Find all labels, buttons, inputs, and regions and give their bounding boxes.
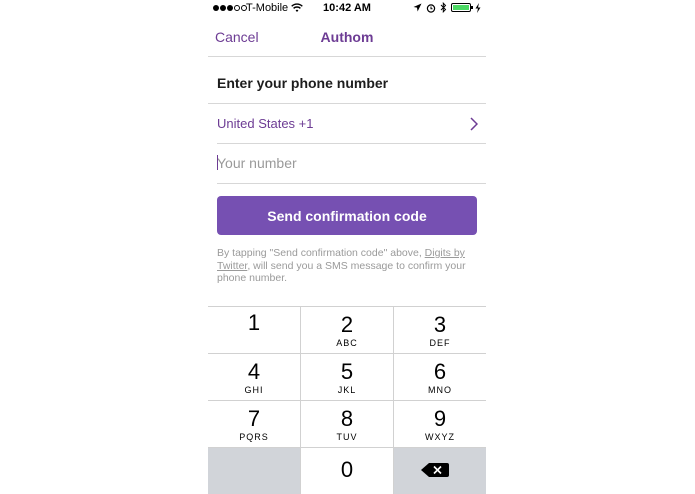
navigation-bar: Cancel Authom: [208, 18, 486, 57]
disclaimer-prefix: By tapping "Send confirmation code" abov…: [217, 247, 425, 259]
send-confirmation-button[interactable]: Send confirmation code: [217, 196, 477, 235]
alarm-icon: [426, 3, 436, 13]
keypad-divider: [208, 353, 486, 354]
charging-bolt-icon: [475, 2, 481, 13]
divider: [217, 183, 486, 184]
text-cursor: [217, 155, 218, 170]
phone-number-input[interactable]: [217, 150, 477, 176]
key-1[interactable]: 1: [208, 306, 300, 353]
key-8[interactable]: 8 TUV: [301, 400, 393, 447]
chevron-right-icon: [470, 117, 478, 131]
key-blank: [208, 447, 300, 494]
keypad-divider: [300, 306, 301, 494]
location-arrow-icon: [413, 3, 422, 12]
key-2[interactable]: 2 ABC: [301, 306, 393, 353]
phone-screen: T-Mobile 10:42 AM Cancel Authom Enter yo…: [208, 0, 486, 494]
nav-title: Authom: [320, 29, 374, 45]
page-heading: Enter your phone number: [217, 75, 389, 91]
status-icons: [413, 2, 481, 13]
key-0[interactable]: 0: [301, 447, 393, 494]
key-9[interactable]: 9 WXYZ: [394, 400, 486, 447]
disclaimer-text: By tapping "Send confirmation code" abov…: [217, 247, 479, 285]
battery-icon: [451, 3, 473, 12]
delete-key[interactable]: [394, 447, 486, 494]
keypad-divider: [208, 306, 486, 307]
country-label: United States +1: [217, 116, 314, 131]
key-4[interactable]: 4 GHI: [208, 353, 300, 400]
keypad-divider: [208, 400, 486, 401]
key-5[interactable]: 5 JKL: [301, 353, 393, 400]
backspace-icon: [421, 463, 449, 477]
key-7[interactable]: 7 PQRS: [208, 400, 300, 447]
bluetooth-icon: [440, 2, 447, 13]
keypad-divider: [208, 447, 486, 448]
divider: [217, 143, 486, 144]
status-bar: T-Mobile 10:42 AM: [208, 0, 486, 18]
disclaimer-suffix: , will send you a SMS message to confirm…: [217, 259, 466, 285]
keypad-divider: [393, 306, 394, 494]
key-6[interactable]: 6 MNO: [394, 353, 486, 400]
key-3[interactable]: 3 DEF: [394, 306, 486, 353]
country-selector[interactable]: United States +1: [208, 104, 486, 144]
numeric-keypad: 1 2 ABC 3 DEF 4 GHI 5 JKL 6 MNO 7 PQRS 8 TUV 9W…: [208, 306, 486, 494]
